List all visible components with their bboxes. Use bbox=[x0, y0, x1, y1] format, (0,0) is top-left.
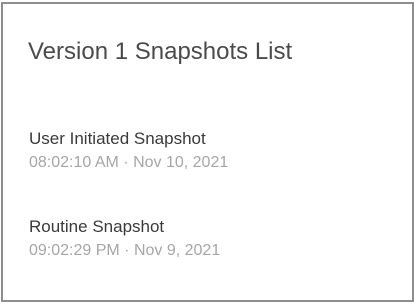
snapshot-timestamp: 08:02:10 AM · Nov 10, 2021 bbox=[29, 154, 229, 171]
snapshot-name: Routine Snapshot bbox=[29, 217, 165, 236]
snapshot-timestamp: 09:02:29 PM · Nov 9, 2021 bbox=[29, 242, 221, 259]
panel-title: Version 1 Snapshots List bbox=[28, 38, 293, 65]
snapshot-name: User Initiated Snapshot bbox=[29, 129, 206, 148]
snapshot-list-item[interactable]: Routine Snapshot 09:02:29 PM · Nov 9, 20… bbox=[29, 217, 220, 261]
snapshot-list-item[interactable]: User Initiated Snapshot 08:02:10 AM · No… bbox=[29, 129, 228, 173]
snapshots-panel: Version 1 Snapshots List User Initiated … bbox=[1, 2, 414, 302]
